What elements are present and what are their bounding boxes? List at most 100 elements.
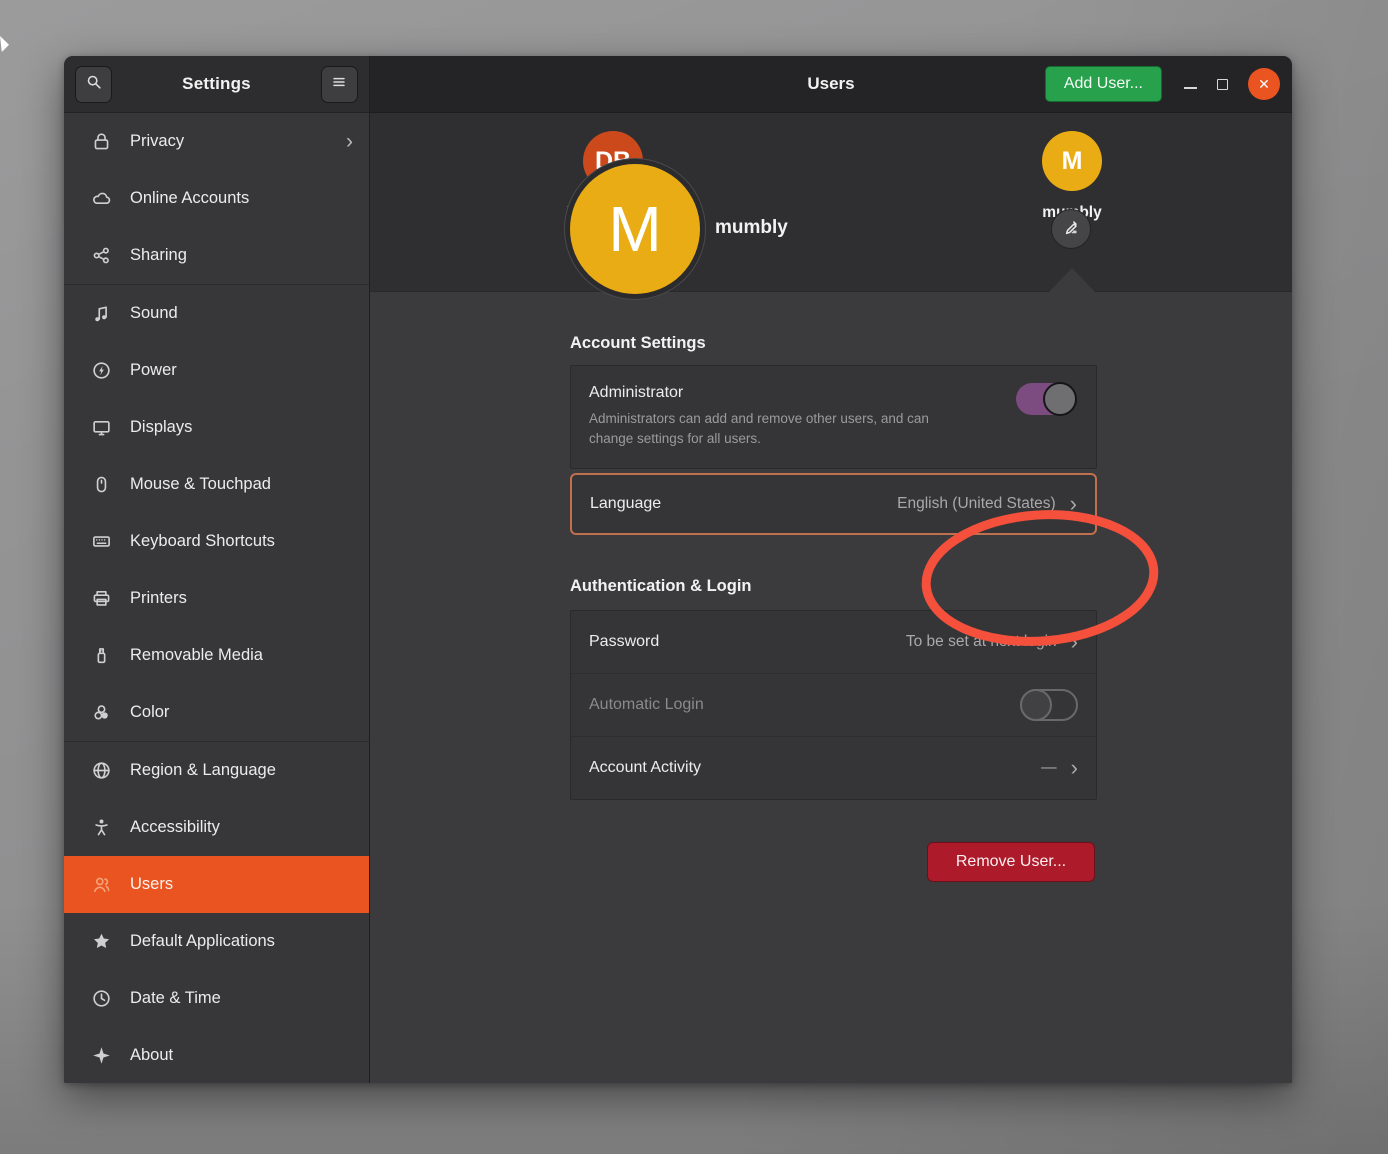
main-headerbar: Users Add User... ✕ <box>370 56 1292 113</box>
sidebar-item-sound[interactable]: Sound <box>64 285 369 342</box>
globe-icon <box>91 760 112 781</box>
administrator-description: Administrators can add and remove other … <box>589 409 949 450</box>
minimize-icon[interactable] <box>1184 87 1197 89</box>
menu-button[interactable] <box>321 66 358 103</box>
chevron-right-icon: › <box>1070 493 1077 515</box>
administrator-toggle[interactable] <box>1016 383 1074 415</box>
sidebar-item-label: Power <box>130 361 353 380</box>
account-activity-label: Account Activity <box>589 759 701 777</box>
sidebar-item-sharing[interactable]: Sharing <box>64 227 369 284</box>
clock-icon <box>91 988 112 1009</box>
settings-window: Settings Users Add User... ✕ Privacy › Onl… <box>64 56 1292 1083</box>
authentication-group: Password To be set at next login › Autom… <box>570 610 1097 800</box>
close-button[interactable]: ✕ <box>1248 68 1280 100</box>
password-label: Password <box>589 633 659 651</box>
edit-avatar-button[interactable] <box>1051 209 1091 249</box>
sidebar-item-online-accounts[interactable]: Online Accounts <box>64 170 369 227</box>
sidebar-item-label: Sound <box>130 304 353 323</box>
users-icon <box>91 874 112 895</box>
color-icon <box>91 702 112 723</box>
automatic-login-label: Automatic Login <box>589 696 704 714</box>
remove-user-button[interactable]: Remove User... <box>927 842 1095 882</box>
chevron-right-icon: › <box>1071 757 1078 779</box>
password-value: To be set at next login <box>906 633 1057 651</box>
sparkle-icon <box>91 1045 112 1066</box>
user-switcher-strip: DB Dread Baron Your account M mumbly <box>370 113 1292 292</box>
sidebar-nav: Privacy › Online Accounts Sharing Sound Power… <box>64 113 370 1083</box>
sidebar-item-label: Date & Time <box>130 989 353 1008</box>
sidebar-item-privacy[interactable]: Privacy › <box>64 113 369 170</box>
maximize-icon[interactable] <box>1217 79 1228 90</box>
automatic-login-toggle <box>1020 689 1078 721</box>
sidebar-item-label: Displays <box>130 418 353 437</box>
mouse-icon <box>91 474 112 495</box>
administrator-label: Administrator <box>589 384 1076 402</box>
sidebar-item-mouse-touchpad[interactable]: Mouse & Touchpad <box>64 456 369 513</box>
language-label: Language <box>590 495 661 513</box>
chevron-right-icon: › <box>346 131 353 152</box>
sidebar-item-label: Accessibility <box>130 818 353 837</box>
administrator-row: Administrator Administrators can add and… <box>570 365 1097 469</box>
sidebar-header: Settings <box>64 56 370 113</box>
sidebar-item-label: Printers <box>130 589 353 608</box>
account-activity-row[interactable]: Account Activity — › <box>571 736 1096 799</box>
sidebar-item-region-language[interactable]: Region & Language <box>64 742 369 799</box>
star-icon <box>91 931 112 952</box>
sidebar-item-keyboard-shortcuts[interactable]: Keyboard Shortcuts <box>64 513 369 570</box>
window-controls: ✕ <box>1184 68 1280 100</box>
chevron-right-icon: › <box>1071 631 1078 653</box>
add-user-button[interactable]: Add User... <box>1045 66 1162 102</box>
sidebar-item-label: Users <box>130 875 353 894</box>
sidebar-item-removable-media[interactable]: Removable Media <box>64 627 369 684</box>
app-title: Settings <box>182 74 251 94</box>
hamburger-menu-icon <box>330 73 348 96</box>
accessibility-icon <box>91 817 112 838</box>
automatic-login-row: Automatic Login <box>571 673 1096 736</box>
sidebar-item-label: Keyboard Shortcuts <box>130 532 353 551</box>
account-settings-heading: Account Settings <box>570 334 706 353</box>
lock-icon <box>91 131 112 152</box>
printer-icon <box>91 588 112 609</box>
sidebar-item-label: Region & Language <box>130 761 353 780</box>
password-row[interactable]: Password To be set at next login › <box>571 611 1096 673</box>
toggle-knob <box>1043 382 1077 416</box>
sidebar-item-color[interactable]: Color <box>64 684 369 741</box>
sound-icon <box>91 303 112 324</box>
profile-avatar: M <box>570 164 700 294</box>
usb-icon <box>91 645 112 666</box>
sidebar-item-accessibility[interactable]: Accessibility <box>64 799 369 856</box>
sidebar-item-label: About <box>130 1046 353 1065</box>
sidebar-item-label: Privacy <box>130 132 328 151</box>
authentication-heading: Authentication & Login <box>570 577 751 596</box>
sidebar-item-default-applications[interactable]: Default Applications <box>64 913 369 970</box>
avatar: M <box>1042 131 1102 191</box>
search-button[interactable] <box>75 66 112 103</box>
sidebar-item-power[interactable]: Power <box>64 342 369 399</box>
pencil-icon <box>1062 217 1081 241</box>
keyboard-icon <box>91 531 112 552</box>
sidebar-item-printers[interactable]: Printers <box>64 570 369 627</box>
selected-user-notch <box>1049 268 1095 292</box>
profile-username: mumbly <box>715 217 788 239</box>
close-icon: ✕ <box>1258 76 1270 93</box>
sidebar-item-label: Color <box>130 703 353 722</box>
toggle-knob <box>1020 689 1052 721</box>
language-row[interactable]: Language English (United States) › <box>570 473 1097 535</box>
users-panel: DB Dread Baron Your account M mumbly M m… <box>370 113 1292 1083</box>
sidebar-item-label: Removable Media <box>130 646 353 665</box>
sidebar-item-users[interactable]: Users <box>64 856 369 913</box>
display-icon <box>91 417 112 438</box>
sidebar-item-label: Online Accounts <box>130 189 353 208</box>
cloud-icon <box>91 188 112 209</box>
search-icon <box>85 73 103 96</box>
sidebar-item-displays[interactable]: Displays <box>64 399 369 456</box>
sidebar-item-label: Mouse & Touchpad <box>130 475 353 494</box>
sidebar-item-label: Default Applications <box>130 932 353 951</box>
sidebar-item-label: Sharing <box>130 246 353 265</box>
sidebar-item-about[interactable]: About <box>64 1027 369 1083</box>
language-value: English (United States) <box>897 495 1056 513</box>
power-icon <box>91 360 112 381</box>
account-activity-value: — <box>1041 759 1057 777</box>
sidebar-item-date-time[interactable]: Date & Time <box>64 970 369 1027</box>
share-icon <box>91 245 112 266</box>
